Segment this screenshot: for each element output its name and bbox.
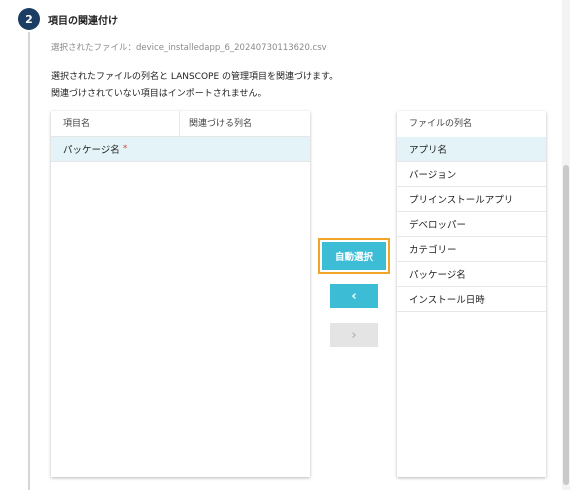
page-scrollbar-thumb[interactable] (563, 165, 569, 485)
description-line-2: 関連づけされていない項目はインポートされません。 (51, 89, 267, 99)
column-header-item-name: 項目名 (63, 119, 91, 129)
file-columns-header: ファイルの列名 (397, 111, 546, 137)
file-column-item[interactable]: バージョン (397, 162, 546, 187)
step-timeline-line (28, 32, 30, 490)
file-columns-list: ファイルの列名 アプリ名 バージョン プリインストールアプリ デベロッパー カテ… (397, 111, 546, 477)
step-title: 項目の関連付け (48, 16, 118, 27)
move-right-button[interactable]: › (330, 323, 378, 347)
file-column-item[interactable]: プリインストールアプリ (397, 187, 546, 212)
auto-select-button[interactable]: 自動選択 (322, 242, 386, 270)
description-line-1: 選択されたファイルの列名と LANSCOPE の管理項目を関連づけます。 (51, 72, 339, 82)
file-column-item[interactable]: インストール日時 (397, 287, 546, 312)
column-header-mapped-column: 関連づける列名 (189, 119, 253, 129)
mapping-row-package-name[interactable]: パッケージ名 * (51, 137, 310, 162)
file-columns-header-label: ファイルの列名 (409, 119, 473, 129)
file-column-item[interactable]: パッケージ名 (397, 262, 546, 287)
file-column-item[interactable]: アプリ名 (397, 137, 546, 162)
auto-select-highlight: 自動選択 (318, 238, 390, 274)
column-divider (179, 111, 180, 137)
file-column-item[interactable]: デベロッパー (397, 212, 546, 237)
mapping-table: 項目名 関連づける列名 パッケージ名 * (51, 111, 310, 477)
file-column-item[interactable]: カテゴリー (397, 237, 546, 262)
mapping-table-header: 項目名 関連づける列名 (51, 111, 310, 137)
selected-file-label: 選択されたファイル：device_installedapp_6_20240730… (51, 43, 327, 53)
required-mark: * (122, 144, 128, 154)
step-number-badge: 2 (18, 8, 40, 30)
move-left-button[interactable]: ‹ (330, 284, 378, 308)
mapping-row-label: パッケージ名 (63, 145, 120, 156)
